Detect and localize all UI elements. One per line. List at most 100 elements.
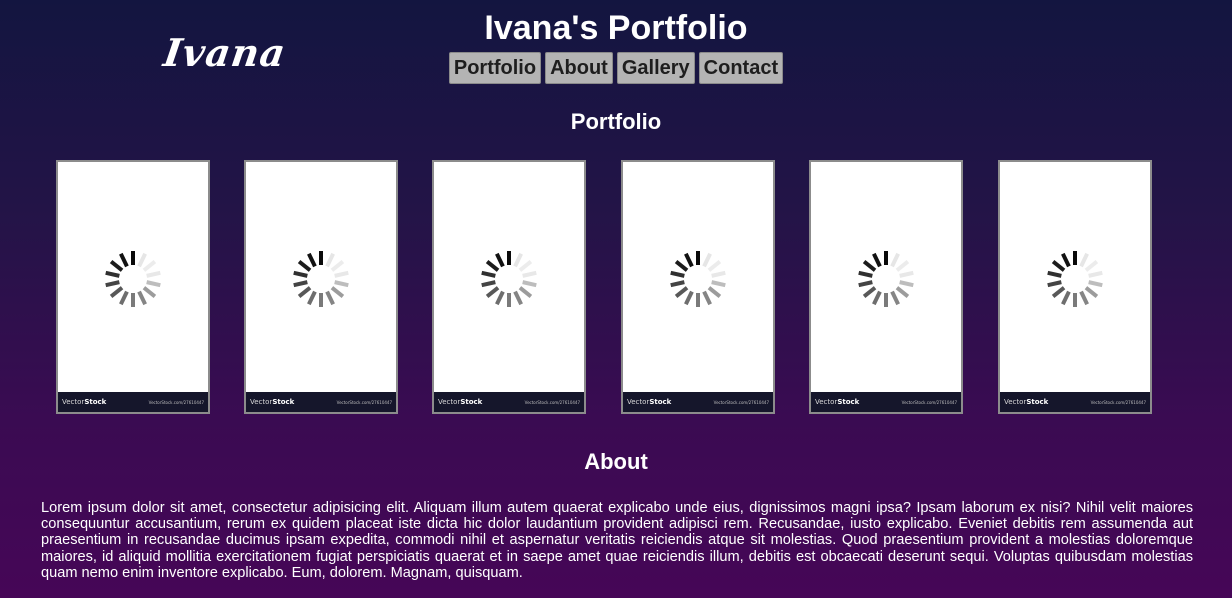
about-heading: About (584, 449, 648, 474)
spinner-segment (105, 280, 120, 288)
loading-spinner-icon (105, 251, 161, 307)
card-url: VectorStock.com/27610447 (901, 399, 957, 405)
spinner-segment (1051, 286, 1066, 299)
main-nav: Portfolio About Gallery Contact (0, 52, 1232, 84)
portfolio-card[interactable]: VectorStock VectorStock.com/27610447 (998, 160, 1152, 414)
vectorstock-logo: VectorStock (438, 398, 483, 406)
spinner-segment (711, 280, 726, 288)
spinner-segment (684, 290, 694, 306)
spinner-segment (325, 252, 335, 268)
spinner-segment (293, 280, 308, 288)
spinner-segment (297, 286, 312, 299)
spinner-segment (119, 252, 129, 268)
card-url: VectorStock.com/27610447 (336, 399, 392, 405)
nav-link-gallery[interactable]: Gallery (616, 52, 695, 84)
loading-spinner-icon (670, 251, 726, 307)
spinner-segment (334, 270, 349, 278)
card-footer: VectorStock VectorStock.com/27610447 (434, 392, 584, 412)
card-footer: VectorStock VectorStock.com/27610447 (246, 392, 396, 412)
spinner-segment (890, 290, 900, 306)
spinner-segment (307, 290, 317, 306)
card-footer: VectorStock VectorStock.com/27610447 (1000, 392, 1150, 412)
card-url: VectorStock.com/27610447 (148, 399, 204, 405)
spinner-segment (109, 259, 124, 272)
spinner-segment (684, 252, 694, 268)
spinner-segment (1047, 270, 1062, 278)
spinner-segment (330, 286, 345, 299)
portfolio-card[interactable]: VectorStock VectorStock.com/27610447 (56, 160, 210, 414)
spinner-segment (1084, 259, 1099, 272)
spinner-segment (702, 290, 712, 306)
spinner-segment (1047, 280, 1062, 288)
spinner-segment (895, 259, 910, 272)
spinner-segment (485, 286, 500, 299)
card-url: VectorStock.com/27610447 (1090, 399, 1146, 405)
spinner-segment (109, 286, 124, 299)
spinner-segment (1061, 290, 1071, 306)
card-url: VectorStock.com/27610447 (524, 399, 580, 405)
portfolio-heading: Portfolio (570, 109, 662, 134)
spinner-segment (119, 290, 129, 306)
portfolio-gallery: VectorStock VectorStock.com/27610447 Vec… (56, 160, 1156, 414)
spinner-segment (872, 252, 882, 268)
spinner-segment (674, 259, 689, 272)
portfolio-card[interactable]: VectorStock VectorStock.com/27610447 (432, 160, 586, 414)
spinner-segment (481, 280, 496, 288)
spinner-segment (495, 252, 505, 268)
spinner-segment (872, 290, 882, 306)
card-url: VectorStock.com/27610447 (713, 399, 769, 405)
spinner-segment (899, 280, 914, 288)
nav-link-about[interactable]: About (545, 52, 613, 84)
spinner-segment (899, 270, 914, 278)
portfolio-card[interactable]: VectorStock VectorStock.com/27610447 (621, 160, 775, 414)
loading-spinner-icon (293, 251, 349, 307)
spinner-segment (481, 270, 496, 278)
spinner-segment (513, 252, 523, 268)
vectorstock-logo: VectorStock (250, 398, 295, 406)
spinner-segment (513, 290, 523, 306)
portfolio-card[interactable]: VectorStock VectorStock.com/27610447 (809, 160, 963, 414)
spinner-segment (518, 259, 533, 272)
vectorstock-logo: VectorStock (62, 398, 107, 406)
spinner-segment (858, 280, 873, 288)
spinner-segment (1088, 280, 1103, 288)
nav-link-portfolio[interactable]: Portfolio (448, 52, 542, 84)
spinner-segment (137, 290, 147, 306)
spinner-segment (1084, 286, 1099, 299)
page-title: Ivana's Portfolio (484, 9, 748, 47)
spinner-segment (862, 259, 877, 272)
spinner-segment (142, 259, 157, 272)
spinner-segment (522, 280, 537, 288)
spinner-segment (495, 290, 505, 306)
spinner-segment (146, 280, 161, 288)
card-footer: VectorStock VectorStock.com/27610447 (623, 392, 773, 412)
vectorstock-logo: VectorStock (1004, 398, 1049, 406)
spinner-segment (334, 280, 349, 288)
spinner-segment (707, 286, 722, 299)
spinner-segment (297, 259, 312, 272)
spinner-segment (895, 286, 910, 299)
spinner-segment (142, 286, 157, 299)
spinner-segment (293, 270, 308, 278)
vectorstock-logo: VectorStock (815, 398, 860, 406)
loading-spinner-icon (481, 251, 537, 307)
nav-link-contact[interactable]: Contact (698, 52, 784, 84)
spinner-segment (518, 286, 533, 299)
spinner-segment (1061, 252, 1071, 268)
vectorstock-logo: VectorStock (627, 398, 672, 406)
spinner-segment (858, 270, 873, 278)
about-text: Lorem ipsum dolor sit amet, consectetur … (41, 500, 1193, 581)
card-footer: VectorStock VectorStock.com/27610447 (58, 392, 208, 412)
spinner-segment (325, 290, 335, 306)
spinner-segment (330, 259, 345, 272)
spinner-segment (702, 252, 712, 268)
spinner-segment (307, 252, 317, 268)
card-footer: VectorStock VectorStock.com/27610447 (811, 392, 961, 412)
spinner-segment (1088, 270, 1103, 278)
loading-spinner-icon (858, 251, 914, 307)
spinner-segment (1051, 259, 1066, 272)
spinner-segment (137, 252, 147, 268)
spinner-segment (105, 270, 120, 278)
spinner-segment (146, 270, 161, 278)
portfolio-card[interactable]: VectorStock VectorStock.com/27610447 (244, 160, 398, 414)
